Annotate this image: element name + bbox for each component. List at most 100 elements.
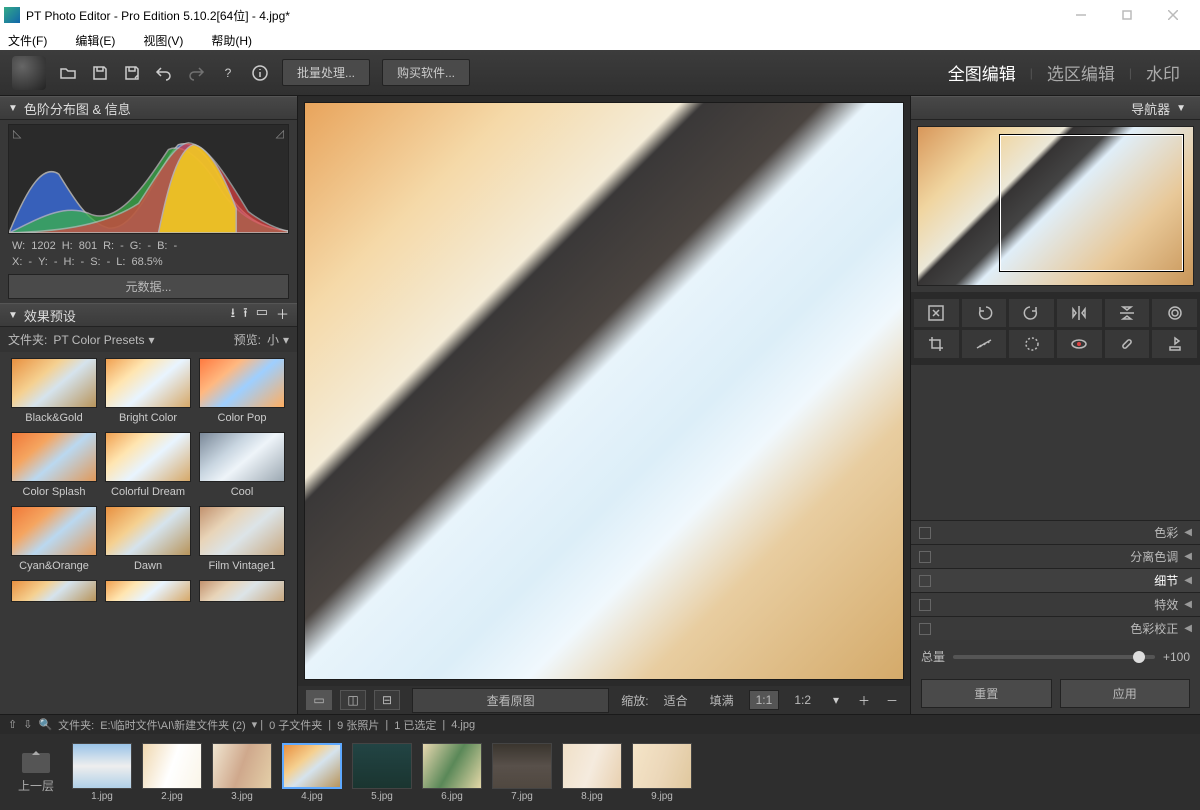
menubar: 文件(F) 编辑(E) 视图(V) 帮助(H) <box>0 30 1200 50</box>
navigator-header[interactable]: 导航器▼ <box>911 96 1200 120</box>
flip-h-icon[interactable] <box>1056 298 1103 328</box>
perspective-icon[interactable] <box>1008 329 1055 359</box>
redeye-icon[interactable] <box>1056 329 1103 359</box>
zoom-1-1[interactable]: 1:1 <box>749 690 780 710</box>
navigator-thumbnail[interactable] <box>917 126 1194 286</box>
amount-value: +100 <box>1163 650 1190 664</box>
info-icon[interactable] <box>250 63 270 83</box>
search-icon[interactable]: 🔍 <box>38 718 52 731</box>
histogram-panel: ◺ ◿ <box>8 124 289 234</box>
histogram-header[interactable]: ▼色阶分布图 & 信息 <box>0 96 297 120</box>
tab-selection-edit[interactable]: 选区编辑 <box>1039 58 1123 87</box>
preset-item[interactable]: Colorful Dream <box>102 430 194 504</box>
apply-button[interactable]: 应用 <box>1060 679 1191 708</box>
filmstrip-item[interactable]: 8.jpg <box>560 743 624 802</box>
filmstrip-item[interactable]: 2.jpg <box>140 743 204 802</box>
path-down-icon[interactable]: ⇩ <box>23 718 32 731</box>
help-icon[interactable]: ? <box>218 63 238 83</box>
preset-item[interactable]: Film Vintage1 <box>196 504 288 578</box>
zoom-down-icon[interactable]: ▾ <box>826 690 846 710</box>
maximize-button[interactable] <box>1104 0 1150 30</box>
adj-detail[interactable]: 细节◀ <box>911 568 1200 592</box>
info-row-2: X:- Y:- H:- S:- L:68.5% <box>0 254 297 270</box>
preset-item[interactable]: Cyan&Orange <box>8 504 100 578</box>
filmstrip-item[interactable]: 5.jpg <box>350 743 414 802</box>
view-split-h-icon[interactable]: ◫ <box>340 690 366 710</box>
filmstrip-item[interactable]: 7.jpg <box>490 743 554 802</box>
path-up-icon[interactable]: ⇧ <box>8 718 17 731</box>
zoom-out-icon[interactable]: － <box>882 690 902 710</box>
view-split-v-icon[interactable]: ⊟ <box>374 690 400 710</box>
heal-icon[interactable] <box>1104 329 1151 359</box>
menu-file[interactable]: 文件(F) <box>8 32 47 49</box>
preset-item[interactable]: Dawn <box>102 504 194 578</box>
preset-item[interactable]: Black&Gold <box>8 356 100 430</box>
batch-button[interactable]: 批量处理... <box>282 59 370 86</box>
filmstrip-item[interactable]: 9.jpg <box>630 743 694 802</box>
buy-button[interactable]: 购买软件... <box>382 59 470 86</box>
zoom-in-icon[interactable]: ＋ <box>854 690 874 710</box>
folder-path[interactable]: E:\临时文件\AI\新建文件夹 (2) <box>100 717 245 733</box>
redo-icon[interactable] <box>186 63 206 83</box>
preset-folder-dropdown[interactable]: PT Color Presets ▾ <box>53 333 154 347</box>
filmstrip-item[interactable]: 1.jpg <box>70 743 134 802</box>
adj-calibration[interactable]: 色彩校正◀ <box>911 616 1200 640</box>
tab-full-edit[interactable]: 全图编辑 <box>940 58 1024 87</box>
preset-item[interactable]: Color Pop <box>196 356 288 430</box>
zoom-fit[interactable]: 适合 <box>657 689 695 712</box>
adj-split-tone[interactable]: 分离色调◀ <box>911 544 1200 568</box>
reset-button[interactable]: 重置 <box>921 679 1052 708</box>
view-original-button[interactable]: 查看原图 <box>412 688 609 713</box>
presets-title: 效果预设 <box>24 306 76 325</box>
preset-item[interactable] <box>8 578 100 602</box>
crop-icon[interactable] <box>913 329 960 359</box>
filmstrip-item[interactable]: 6.jpg <box>420 743 484 802</box>
open-folder-icon[interactable] <box>58 63 78 83</box>
preset-item[interactable]: Color Splash <box>8 430 100 504</box>
flip-v-icon[interactable] <box>1104 298 1151 328</box>
menu-view[interactable]: 视图(V) <box>143 32 183 49</box>
zoom-fill[interactable]: 填满 <box>703 689 741 712</box>
lens-icon[interactable] <box>1151 298 1198 328</box>
navigator-viewport[interactable] <box>1000 135 1183 271</box>
minimize-button[interactable] <box>1058 0 1104 30</box>
preset-size-dropdown[interactable]: 小 ▾ <box>267 331 289 348</box>
save-as-icon[interactable] <box>122 63 142 83</box>
presets-header[interactable]: ▼效果预设 ⭳ ⭱ ▭ ＋ <box>0 303 297 327</box>
menu-help[interactable]: 帮助(H) <box>211 32 252 49</box>
adj-color[interactable]: 色彩◀ <box>911 520 1200 544</box>
canvas-toolbar: ▭ ◫ ⊟ 查看原图 缩放: 适合 填满 1:1 1:2 ▾ ＋ － <box>298 686 910 714</box>
image-canvas[interactable] <box>304 102 904 680</box>
clone-icon[interactable] <box>1151 329 1198 359</box>
metadata-button[interactable]: 元数据... <box>8 274 289 299</box>
fit-screen-icon[interactable] <box>913 298 960 328</box>
new-folder-icon[interactable]: ▭ <box>256 304 268 326</box>
preset-item[interactable]: Bright Color <box>102 356 194 430</box>
view-single-icon[interactable]: ▭ <box>306 690 332 710</box>
export-preset-icon[interactable]: ⭱ <box>243 304 248 326</box>
pathbar: ⇧ ⇩ 🔍 文件夹: E:\临时文件\AI\新建文件夹 (2) ▾ | 0 子文… <box>0 714 1200 734</box>
import-preset-icon[interactable]: ⭳ <box>231 304 236 326</box>
preset-item[interactable] <box>196 578 288 602</box>
info-row-1: W:1202 H:801 R:- G:- B:- <box>0 238 297 254</box>
tool-grid <box>911 292 1200 365</box>
zoom-1-2[interactable]: 1:2 <box>787 690 818 710</box>
menu-edit[interactable]: 编辑(E) <box>75 32 115 49</box>
filmstrip-item[interactable]: 4.jpg <box>280 743 344 802</box>
undo-icon[interactable] <box>154 63 174 83</box>
amount-slider[interactable] <box>953 655 1155 659</box>
filmstrip-up-button[interactable]: 上一层 <box>8 751 64 794</box>
straighten-icon[interactable] <box>961 329 1008 359</box>
add-preset-icon[interactable]: ＋ <box>276 304 289 326</box>
close-button[interactable] <box>1150 0 1196 30</box>
preset-subbar: 文件夹: PT Color Presets ▾ 预览: 小 ▾ <box>0 327 297 352</box>
rotate-right-icon[interactable] <box>1008 298 1055 328</box>
save-icon[interactable] <box>90 63 110 83</box>
preset-item[interactable] <box>102 578 194 602</box>
filmstrip-item[interactable]: 3.jpg <box>210 743 274 802</box>
rotate-left-icon[interactable] <box>961 298 1008 328</box>
app-icon <box>4 7 20 23</box>
preset-item[interactable]: Cool <box>196 430 288 504</box>
tab-watermark[interactable]: 水印 <box>1138 58 1188 87</box>
adj-effects[interactable]: 特效◀ <box>911 592 1200 616</box>
